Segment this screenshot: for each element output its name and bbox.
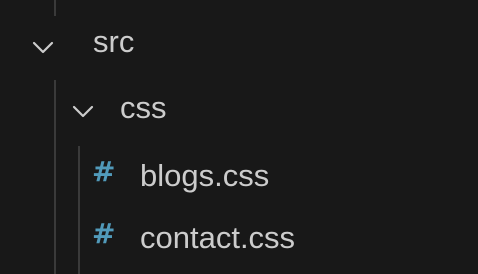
indent-guide bbox=[54, 0, 56, 16]
tree-folder-css[interactable]: css bbox=[0, 82, 478, 142]
file-label: contact.css bbox=[140, 220, 296, 255]
folder-label: src bbox=[93, 24, 135, 59]
file-label: blogs.css bbox=[140, 158, 270, 193]
file-explorer-tree: src css # blogs.css # contact.css bbox=[0, 0, 478, 274]
tree-file-blogs-css[interactable]: # blogs.css bbox=[0, 148, 478, 208]
folder-label: css bbox=[120, 90, 167, 125]
chevron-down-icon[interactable] bbox=[70, 99, 96, 125]
css-hash-icon: # bbox=[92, 217, 116, 250]
tree-file-contact-css[interactable]: # contact.css bbox=[0, 210, 478, 270]
css-hash-icon: # bbox=[92, 155, 116, 188]
chevron-down-icon[interactable] bbox=[30, 35, 56, 61]
tree-folder-src[interactable]: src bbox=[0, 18, 478, 78]
